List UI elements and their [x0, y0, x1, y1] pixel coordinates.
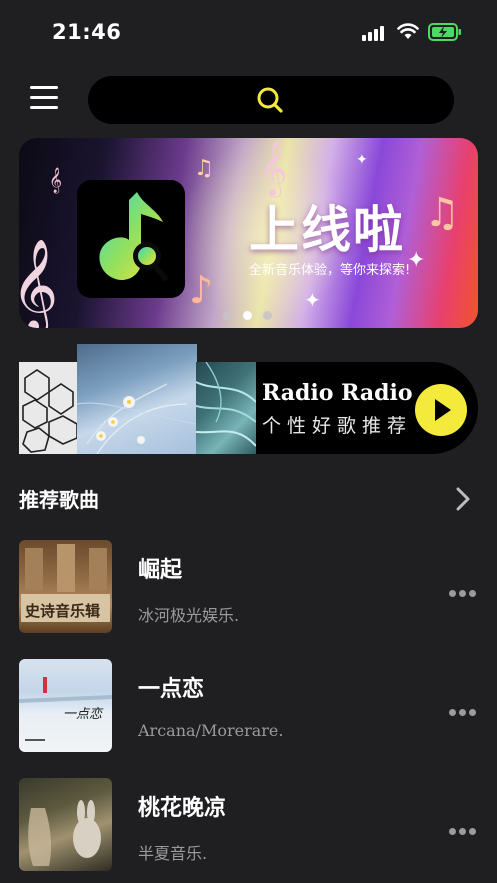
chevron-right-icon[interactable]: [455, 486, 471, 512]
music-note-icon: 𝄞: [49, 168, 63, 193]
song-cover: [19, 778, 112, 871]
cover-text: 一点恋: [63, 707, 103, 722]
cellular-signal-icon: [362, 25, 388, 41]
pager-dot[interactable]: [223, 311, 232, 320]
banner-pager[interactable]: [223, 305, 283, 324]
promo-banner[interactable]: 𝄞 𝄞 ♫ 𝄞 ♪ ♫ ✦ ✦ ✦ 上线啦 全新音乐体验，等你来探索!: [19, 138, 478, 328]
song-cover: 一点恋: [19, 659, 112, 752]
wifi-icon: [397, 23, 419, 39]
pager-dot-active[interactable]: [243, 311, 252, 320]
radio-cover-image: [77, 344, 197, 454]
treble-clef-icon: 𝄞: [259, 140, 288, 196]
song-artist: 半夏音乐.: [138, 844, 208, 863]
battery-charging-icon: [428, 23, 461, 41]
music-note-icon: ♫: [424, 190, 460, 236]
music-note-icon: ♪: [189, 268, 214, 312]
song-cover: 史诗音乐辑: [19, 540, 112, 633]
play-button[interactable]: [415, 384, 467, 436]
radio-cover-image: [19, 362, 79, 454]
sparkle-icon: ✦: [356, 152, 368, 168]
treble-clef-icon: 𝄞: [19, 238, 59, 328]
play-icon: [435, 399, 451, 421]
song-title: 桃花晚凉: [138, 796, 227, 821]
song-title: 一点恋: [138, 677, 205, 702]
more-options-icon[interactable]: [449, 820, 479, 835]
more-options-icon[interactable]: [449, 582, 479, 597]
sparkle-icon: ✦: [304, 288, 321, 312]
song-title: 崛起: [138, 558, 183, 583]
music-note-icon: ♫: [194, 156, 214, 181]
song-list-item[interactable]: 桃花晚凉 半夏音乐.: [19, 778, 479, 872]
cover-text: 史诗音乐辑: [25, 602, 101, 620]
more-options-icon[interactable]: [449, 701, 479, 716]
status-time: 21:46: [52, 20, 122, 44]
song-list-item[interactable]: 一点恋 一点恋 Arcana/Morerare.: [19, 659, 479, 753]
search-bar[interactable]: [88, 76, 454, 124]
search-icon: [257, 87, 283, 113]
section-title: 推荐歌曲: [19, 488, 99, 512]
pager-dot[interactable]: [263, 311, 272, 320]
banner-title: 上线啦: [249, 201, 405, 259]
radio-subtitle: 个性好歌推荐: [262, 415, 413, 437]
radio-cover-image: [196, 362, 256, 454]
status-bar: 21:46: [0, 0, 497, 66]
song-list-item[interactable]: 史诗音乐辑 崛起 冰河极光娱乐.: [19, 540, 479, 634]
radio-title: Radio Radio: [262, 380, 413, 406]
banner-subtitle: 全新音乐体验，等你来探索!: [249, 263, 411, 278]
song-artist: 冰河极光娱乐.: [138, 606, 240, 625]
app-logo: [77, 180, 185, 298]
song-artist: Arcana/Morerare.: [138, 721, 284, 740]
menu-icon[interactable]: [30, 86, 58, 114]
